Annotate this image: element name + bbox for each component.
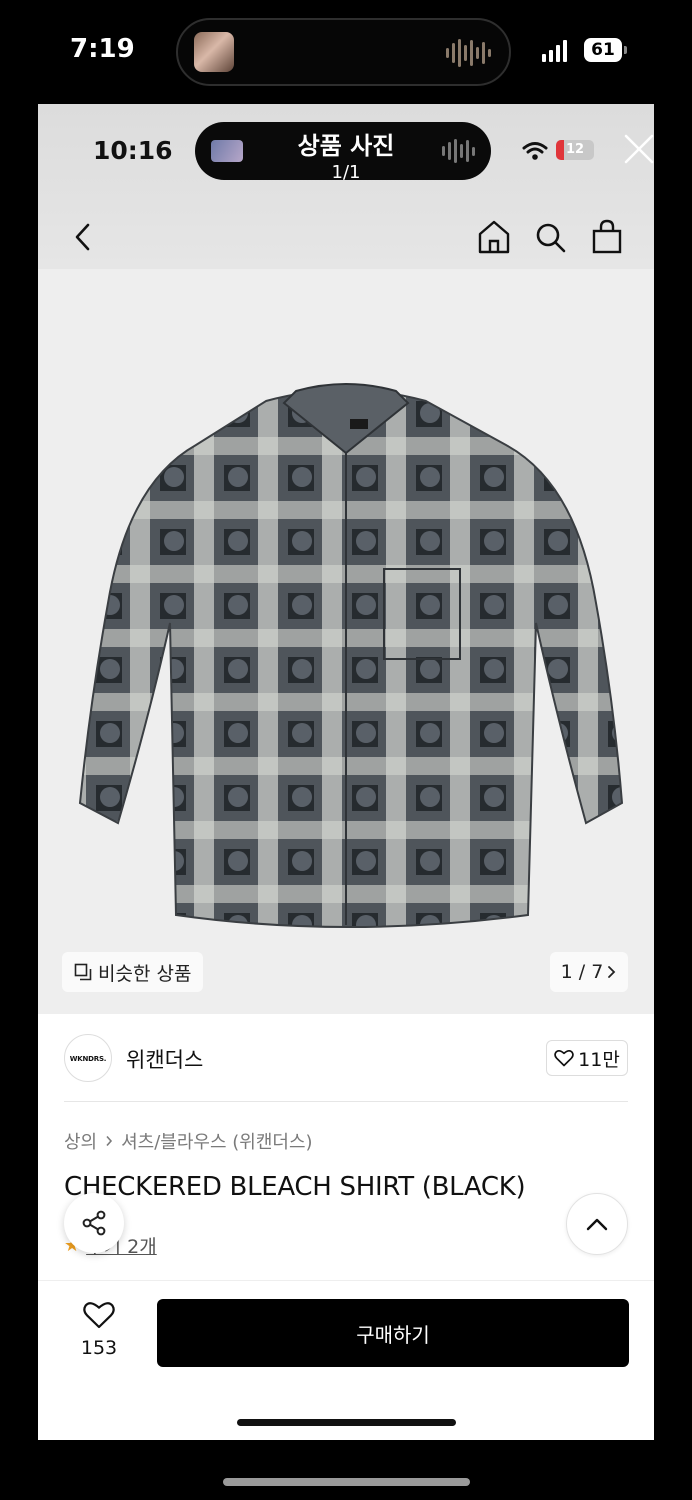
- breadcrumb-category[interactable]: 상의: [64, 1128, 97, 1154]
- now-playing-artwork: [194, 32, 234, 72]
- heart-icon: [83, 1302, 115, 1329]
- chevron-right-icon: [608, 966, 616, 978]
- shirt-photo: [78, 383, 624, 928]
- chevron-right-icon: [106, 1135, 113, 1147]
- similar-items-icon: [74, 963, 92, 981]
- product-image[interactable]: 비슷한 상품 1 / 7: [38, 269, 654, 1014]
- chevron-left-icon[interactable]: [68, 220, 98, 254]
- chevron-up-icon: [586, 1218, 608, 1231]
- heart-icon: [554, 1049, 574, 1067]
- home-icon[interactable]: [476, 218, 512, 256]
- brand-name[interactable]: 위캔더스: [126, 1044, 203, 1074]
- image-counter: 1 / 7: [560, 961, 604, 983]
- cellular-signal-icon: [542, 40, 567, 62]
- home-indicator[interactable]: [223, 1478, 470, 1486]
- close-icon[interactable]: [622, 132, 654, 166]
- battery-icon: 61: [584, 38, 622, 62]
- phone-screen: 7:19 61 10:16 상품 사진 1/1 12 비슷한 상품 1 / 7 …: [0, 0, 692, 1500]
- share-button[interactable]: [64, 1193, 124, 1253]
- brand-logo[interactable]: WKNDRS.: [64, 1034, 112, 1082]
- viewer-counter: 1/1: [331, 162, 361, 183]
- brand-like-button[interactable]: 11만: [546, 1040, 628, 1076]
- battery-nub: [624, 46, 627, 54]
- breadcrumb: 상의 셔츠/블라우스 (위캔더스): [64, 1128, 313, 1154]
- image-counter-button[interactable]: 1 / 7: [550, 952, 628, 992]
- similar-products-label: 비슷한 상품: [98, 962, 192, 985]
- buy-button[interactable]: 구매하기: [157, 1299, 629, 1367]
- viewer-header: 10:16 상품 사진 1/1 12: [38, 104, 654, 269]
- inner-battery-icon: 12: [556, 140, 594, 160]
- audio-waveform-icon: [446, 38, 491, 68]
- search-icon[interactable]: [534, 220, 568, 256]
- status-time: 7:19: [70, 34, 135, 64]
- wishlist-button[interactable]: 153: [64, 1301, 134, 1359]
- wishlist-count: 153: [80, 1337, 118, 1359]
- purchase-bar: 153 구매하기: [38, 1280, 654, 1440]
- divider: [64, 1101, 628, 1102]
- scroll-to-top-button[interactable]: [566, 1193, 628, 1255]
- dynamic-island[interactable]: [176, 18, 511, 86]
- embedded-screenshot: 10:16 상품 사진 1/1 12 비슷한 상품 1 / 7 WKNDRS. …: [38, 104, 654, 1440]
- brand-like-count: 11만: [578, 1048, 620, 1071]
- shopping-bag-icon[interactable]: [590, 218, 624, 256]
- similar-products-button[interactable]: 비슷한 상품: [62, 952, 204, 992]
- inner-home-indicator: [237, 1419, 456, 1426]
- wifi-icon: [522, 142, 548, 160]
- product-title: CHECKERED BLEACH SHIRT (BLACK): [64, 1172, 526, 1202]
- share-icon: [82, 1210, 106, 1236]
- breadcrumb-subcategory[interactable]: 셔츠/블라우스 (위캔더스): [121, 1128, 312, 1154]
